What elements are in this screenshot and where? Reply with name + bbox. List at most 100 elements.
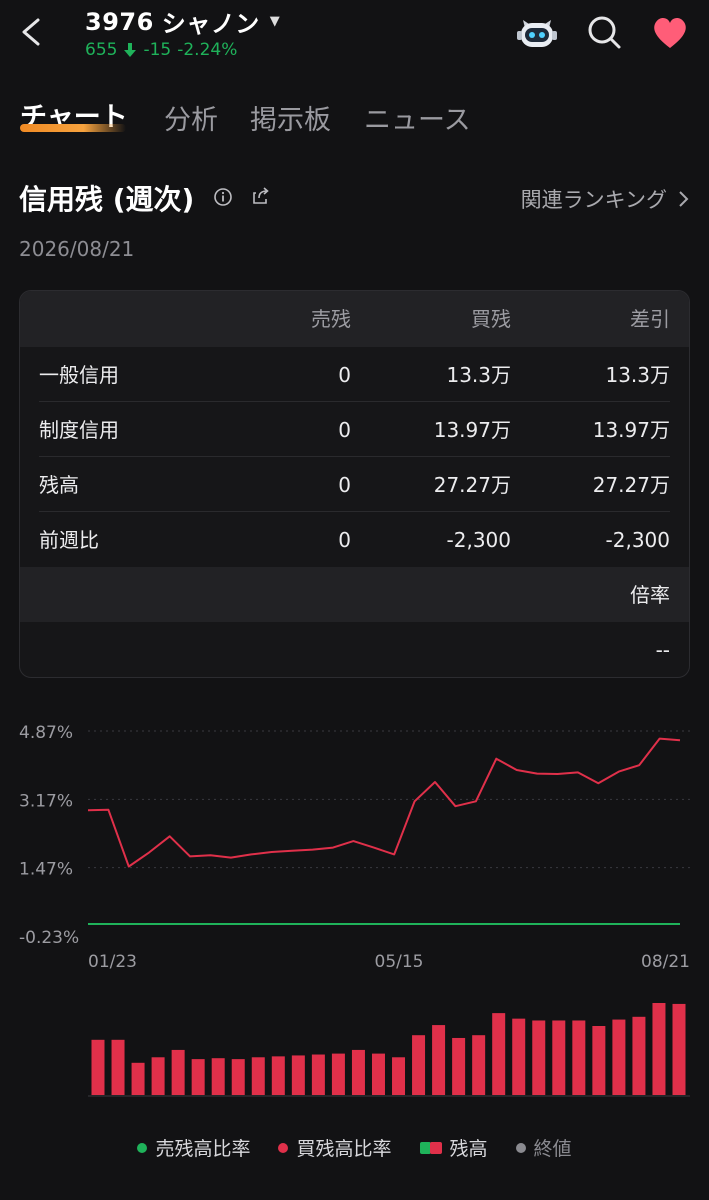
legend-close-price[interactable]: 終値: [515, 1134, 572, 1161]
table-header: 売残 買残 差引: [20, 291, 689, 347]
balance-bar: [652, 1003, 666, 1095]
sell-value: 0: [338, 528, 351, 552]
ratio-header: 倍率: [20, 567, 689, 622]
net-value: 13.97万: [592, 418, 670, 442]
balance-bar: [632, 1016, 646, 1095]
table-row: 残高 0 27.27万 27.27万: [20, 457, 689, 512]
balance-bar: [412, 1035, 426, 1095]
balance-bar: [151, 1057, 165, 1095]
balance-bar: [91, 1039, 105, 1095]
price-quote: 655 -15 -2.24%: [85, 40, 237, 60]
data-date: 2026/08/21: [19, 237, 135, 261]
column-header-buy: 買残: [471, 307, 511, 331]
table-row: 前週比 0 -2,300 -2,300: [20, 512, 689, 567]
chevron-right-icon: [679, 191, 689, 207]
x-tick-label: 08/21: [641, 952, 690, 972]
y-tick-label: -0.23%: [19, 928, 79, 948]
balance-bar: [191, 1059, 205, 1095]
share-icon[interactable]: [250, 185, 272, 207]
ticker-code: 3976: [85, 7, 154, 36]
y-tick-label: 3.17%: [19, 791, 73, 811]
legend-label: 残高: [449, 1138, 488, 1160]
net-value: 27.27万: [592, 473, 670, 497]
legend-bar-icon: [419, 1141, 442, 1154]
balance-bar: [251, 1057, 265, 1095]
favorite-heart-icon[interactable]: [648, 10, 692, 54]
down-arrow-icon: [124, 43, 137, 57]
legend-buy-ratio[interactable]: 買残高比率: [278, 1134, 392, 1161]
net-value: 13.3万: [605, 363, 670, 387]
price-change-pct: -2.24%: [177, 40, 238, 60]
legend-label: 売残高比率: [155, 1138, 251, 1160]
row-label: 一般信用: [39, 363, 119, 387]
tab-board[interactable]: 掲示板: [250, 98, 331, 137]
company-name: シャノン: [161, 10, 260, 38]
margin-balance-table: 売残 買残 差引 一般信用 0 13.3万 13.3万 制度信用 0 13.97…: [19, 290, 690, 678]
legend-dot-icon: [515, 1142, 526, 1153]
balance-bar: [592, 1026, 606, 1095]
balance-bar: [231, 1059, 245, 1095]
tab-news[interactable]: ニュース: [364, 98, 471, 137]
buy-value: 13.97万: [433, 418, 511, 442]
column-header-sell: 売残: [311, 307, 351, 331]
balance-bar: [432, 1025, 446, 1095]
table-row: 制度信用 0 13.97万 13.97万: [20, 402, 689, 457]
balance-bar: [311, 1054, 325, 1095]
balance-bar: [672, 1003, 686, 1095]
column-header-net: 差引: [630, 307, 670, 331]
ratio-value: --: [655, 638, 670, 662]
legend-label: 買残高比率: [296, 1138, 392, 1160]
y-tick-label: 4.87%: [19, 723, 73, 743]
dropdown-caret-icon: ▼: [269, 14, 281, 29]
stock-title[interactable]: 3976 シャノン ▼: [85, 4, 280, 39]
table-row: 一般信用 0 13.3万 13.3万: [20, 347, 689, 402]
balance-bar: [452, 1037, 466, 1095]
balance-bar: [392, 1057, 406, 1095]
related-ranking-link[interactable]: 関連ランキング: [521, 184, 689, 214]
balance-bar: [472, 1035, 486, 1095]
series-line-buy-ratio: [87, 737, 681, 868]
active-tab-indicator: [20, 124, 126, 132]
chart-legend: 売残高比率 買残高比率 残高 終値: [0, 1134, 709, 1161]
balance-bar: [171, 1049, 185, 1095]
related-ranking-label: 関連ランキング: [520, 188, 667, 212]
legend-balance[interactable]: 残高: [419, 1134, 488, 1161]
row-label: 制度信用: [39, 418, 119, 442]
search-icon[interactable]: [582, 10, 626, 54]
balance-bar: [211, 1058, 225, 1095]
price: 655: [85, 40, 118, 60]
balance-bar: [291, 1055, 305, 1095]
balance-bar: [512, 1018, 526, 1095]
sell-value: 0: [338, 418, 351, 442]
net-value: -2,300: [605, 528, 670, 552]
balance-bar: [111, 1039, 125, 1095]
row-label: 前週比: [39, 528, 99, 552]
sell-value: 0: [338, 473, 351, 497]
ratio-label: 倍率: [630, 583, 670, 607]
row-label: 残高: [39, 473, 79, 497]
balance-bar: [371, 1053, 385, 1095]
app-header: 3976 シャノン ▼ 655 -15 -2.24%: [0, 0, 709, 78]
sell-value: 0: [338, 363, 351, 387]
balance-bar: [271, 1056, 285, 1095]
buy-value: -2,300: [446, 528, 511, 552]
balance-bar: [331, 1053, 345, 1095]
buy-value: 13.3万: [446, 363, 511, 387]
x-tick-label: 05/15: [375, 952, 424, 972]
section-title: 信用残 (週次): [19, 183, 195, 216]
balance-bar: [572, 1020, 586, 1095]
back-arrow-icon[interactable]: [14, 10, 50, 54]
margin-ratio-chart: 4.87% 3.17% 1.47% -0.23% 01/23 05/15 08/21: [19, 723, 690, 1097]
balance-bar: [131, 1062, 145, 1095]
balance-bar: [492, 1013, 506, 1095]
y-tick-label: 1.47%: [19, 860, 73, 880]
robot-assistant-icon[interactable]: [515, 10, 559, 54]
balance-bar: [552, 1020, 566, 1095]
legend-label: 終値: [533, 1138, 572, 1160]
info-icon[interactable]: [212, 186, 234, 208]
ratio-row: --: [20, 622, 689, 677]
price-change: -15: [143, 40, 172, 60]
legend-sell-ratio[interactable]: 売残高比率: [137, 1134, 250, 1161]
tab-analysis[interactable]: 分析: [164, 98, 218, 137]
balance-bar: [612, 1019, 626, 1095]
